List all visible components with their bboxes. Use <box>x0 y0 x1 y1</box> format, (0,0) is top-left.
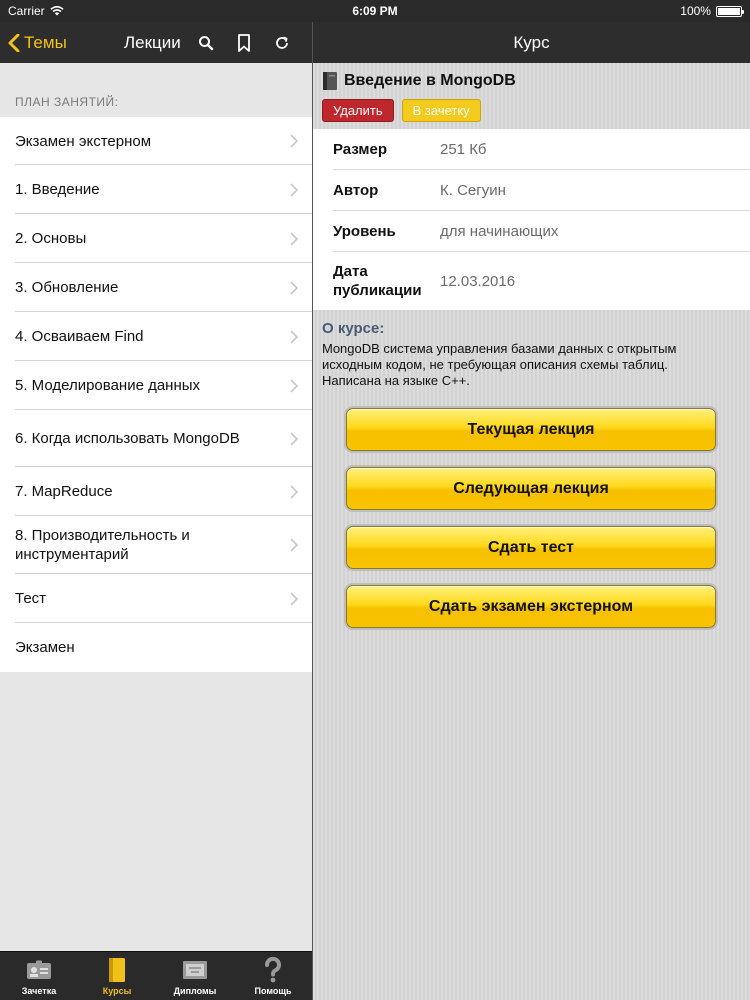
take-external-exam-button[interactable]: Сдать экзамен экстерном <box>346 585 716 628</box>
back-button[interactable]: Темы <box>8 33 67 53</box>
info-value: 12.03.2016 <box>440 272 516 290</box>
info-row-size: Размер 251 Кб <box>313 129 750 170</box>
lesson-item-7[interactable]: 7. MapReduce <box>0 467 312 516</box>
current-lecture-button[interactable]: Текущая лекция <box>346 408 716 451</box>
lesson-item-3[interactable]: 3. Обновление <box>0 263 312 312</box>
lesson-item-label: Тест <box>15 590 47 607</box>
next-lecture-button[interactable]: Следующая лекция <box>346 467 716 510</box>
diploma-icon <box>181 957 209 983</box>
lesson-plan-header: ПЛАН ЗАНЯТИЙ: <box>15 95 119 109</box>
lesson-item-label: Экзамен <box>15 639 75 656</box>
lessons-nav-bar: Темы Лекции <box>0 22 312 63</box>
course-header: Введение в MongoDB <box>313 63 750 91</box>
lesson-item-label: 3. Обновление <box>15 279 119 296</box>
chevron-right-icon <box>290 538 298 552</box>
tab-diplomas[interactable]: Дипломы <box>156 952 234 1000</box>
about-text: MongoDB система управления базами данных… <box>322 341 677 388</box>
lesson-item-test[interactable]: Тест <box>0 574 312 623</box>
lesson-item-label: 8. Производительность и инструментарий <box>15 527 190 563</box>
about-title: О курсе: <box>322 320 385 337</box>
course-nav-bar: Курс <box>313 22 750 63</box>
chevron-right-icon <box>290 231 298 246</box>
lesson-item-label: 2. Основы <box>15 230 87 247</box>
course-pane: Курс Введение в MongoDB Удалить В зачетк… <box>313 22 750 1000</box>
battery-icon <box>715 5 744 17</box>
lesson-item-external-exam[interactable]: Экзамен экстерном <box>0 117 312 165</box>
chevron-right-icon <box>290 484 298 499</box>
chevron-right-icon <box>290 182 298 197</box>
back-button-label: Темы <box>24 32 67 52</box>
tab-label: Помощь <box>254 986 292 996</box>
tab-label: Зачетка <box>21 986 57 996</box>
lesson-item-label: 1. Введение <box>15 181 100 198</box>
lesson-item-exam[interactable]: Экзамен <box>0 623 312 672</box>
add-to-record-button[interactable]: В зачетку <box>401 99 481 122</box>
status-time: 6:09 PM <box>352 4 398 18</box>
tab-courses[interactable]: Курсы <box>78 952 156 1000</box>
lesson-item-label: Экзамен экстерном <box>15 132 152 150</box>
course-buttons: Текущая лекция Следующая лекция Сдать те… <box>313 389 750 628</box>
chevron-right-icon <box>290 591 298 606</box>
lesson-list: Экзамен экстерном 1. Введение 2. Основы … <box>0 117 312 672</box>
lesson-item-8[interactable]: 8. Производительность и инструментарий <box>0 516 312 574</box>
lesson-item-label: 5. Моделирование данных <box>15 377 201 394</box>
course-actions: Удалить В зачетку <box>313 91 750 122</box>
wifi-icon <box>50 6 64 16</box>
id-card-icon <box>25 957 53 983</box>
question-icon <box>259 957 287 983</box>
info-value: для начинающих <box>440 223 559 240</box>
bookmark-icon[interactable] <box>234 33 254 53</box>
lesson-item-1[interactable]: 1. Введение <box>0 165 312 214</box>
info-label: Размер <box>333 141 388 158</box>
course-info-table: Размер 251 Кб Автор К. Сегуин Уровень дл… <box>313 129 750 310</box>
lesson-item-2[interactable]: 2. Основы <box>0 214 312 263</box>
info-label: Дата публикации <box>333 263 422 299</box>
refresh-icon[interactable] <box>272 33 292 53</box>
info-row-level: Уровень для начинающих <box>313 211 750 252</box>
lessons-title: Лекции <box>124 32 181 52</box>
lessons-pane: Темы Лекции ПЛАН ЗАНЯТИЙ: Экзамен экстер… <box>0 22 312 1000</box>
search-icon[interactable] <box>196 33 216 53</box>
chevron-right-icon <box>290 329 298 344</box>
info-label: Автор <box>333 182 379 199</box>
tab-help[interactable]: Помощь <box>234 952 312 1000</box>
chevron-right-icon <box>290 378 298 393</box>
chevron-right-icon <box>290 280 298 295</box>
lesson-item-6[interactable]: 6. Когда использовать MongoDB <box>0 410 312 467</box>
tab-label: Курсы <box>102 986 132 996</box>
take-test-button[interactable]: Сдать тест <box>346 526 716 569</box>
chevron-right-icon <box>290 134 298 148</box>
lesson-item-label: 4. Осваиваем Find <box>15 328 144 345</box>
course-nav-title: Курс <box>513 32 550 52</box>
info-row-published: Дата публикации 12.03.2016 <box>313 252 750 310</box>
info-row-author: Автор К. Сегуин <box>313 170 750 211</box>
tab-record-book[interactable]: Зачетка <box>0 952 78 1000</box>
tab-label: Дипломы <box>173 986 217 996</box>
status-bar: Carrier 6:09 PM 100% <box>0 0 750 22</box>
book-icon <box>323 72 337 90</box>
info-value: К. Сегуин <box>440 182 506 199</box>
lesson-item-label: 6. Когда использовать MongoDB <box>15 430 240 447</box>
info-label: Уровень <box>333 223 396 240</box>
lesson-item-5[interactable]: 5. Моделирование данных <box>0 361 312 410</box>
course-title: Введение в MongoDB <box>344 72 516 89</box>
tab-bar: Зачетка Курсы Дипломы Помощь <box>0 951 312 1000</box>
battery-percent: 100% <box>680 4 711 18</box>
lesson-item-4[interactable]: 4. Осваиваем Find <box>0 312 312 361</box>
lesson-item-label: 7. MapReduce <box>15 483 113 500</box>
info-value: 251 Кб <box>440 141 487 158</box>
chevron-left-icon <box>8 33 20 52</box>
chevron-right-icon <box>290 431 298 446</box>
delete-button[interactable]: Удалить <box>322 99 394 122</box>
book-icon <box>103 957 131 983</box>
carrier-label: Carrier <box>8 4 45 18</box>
